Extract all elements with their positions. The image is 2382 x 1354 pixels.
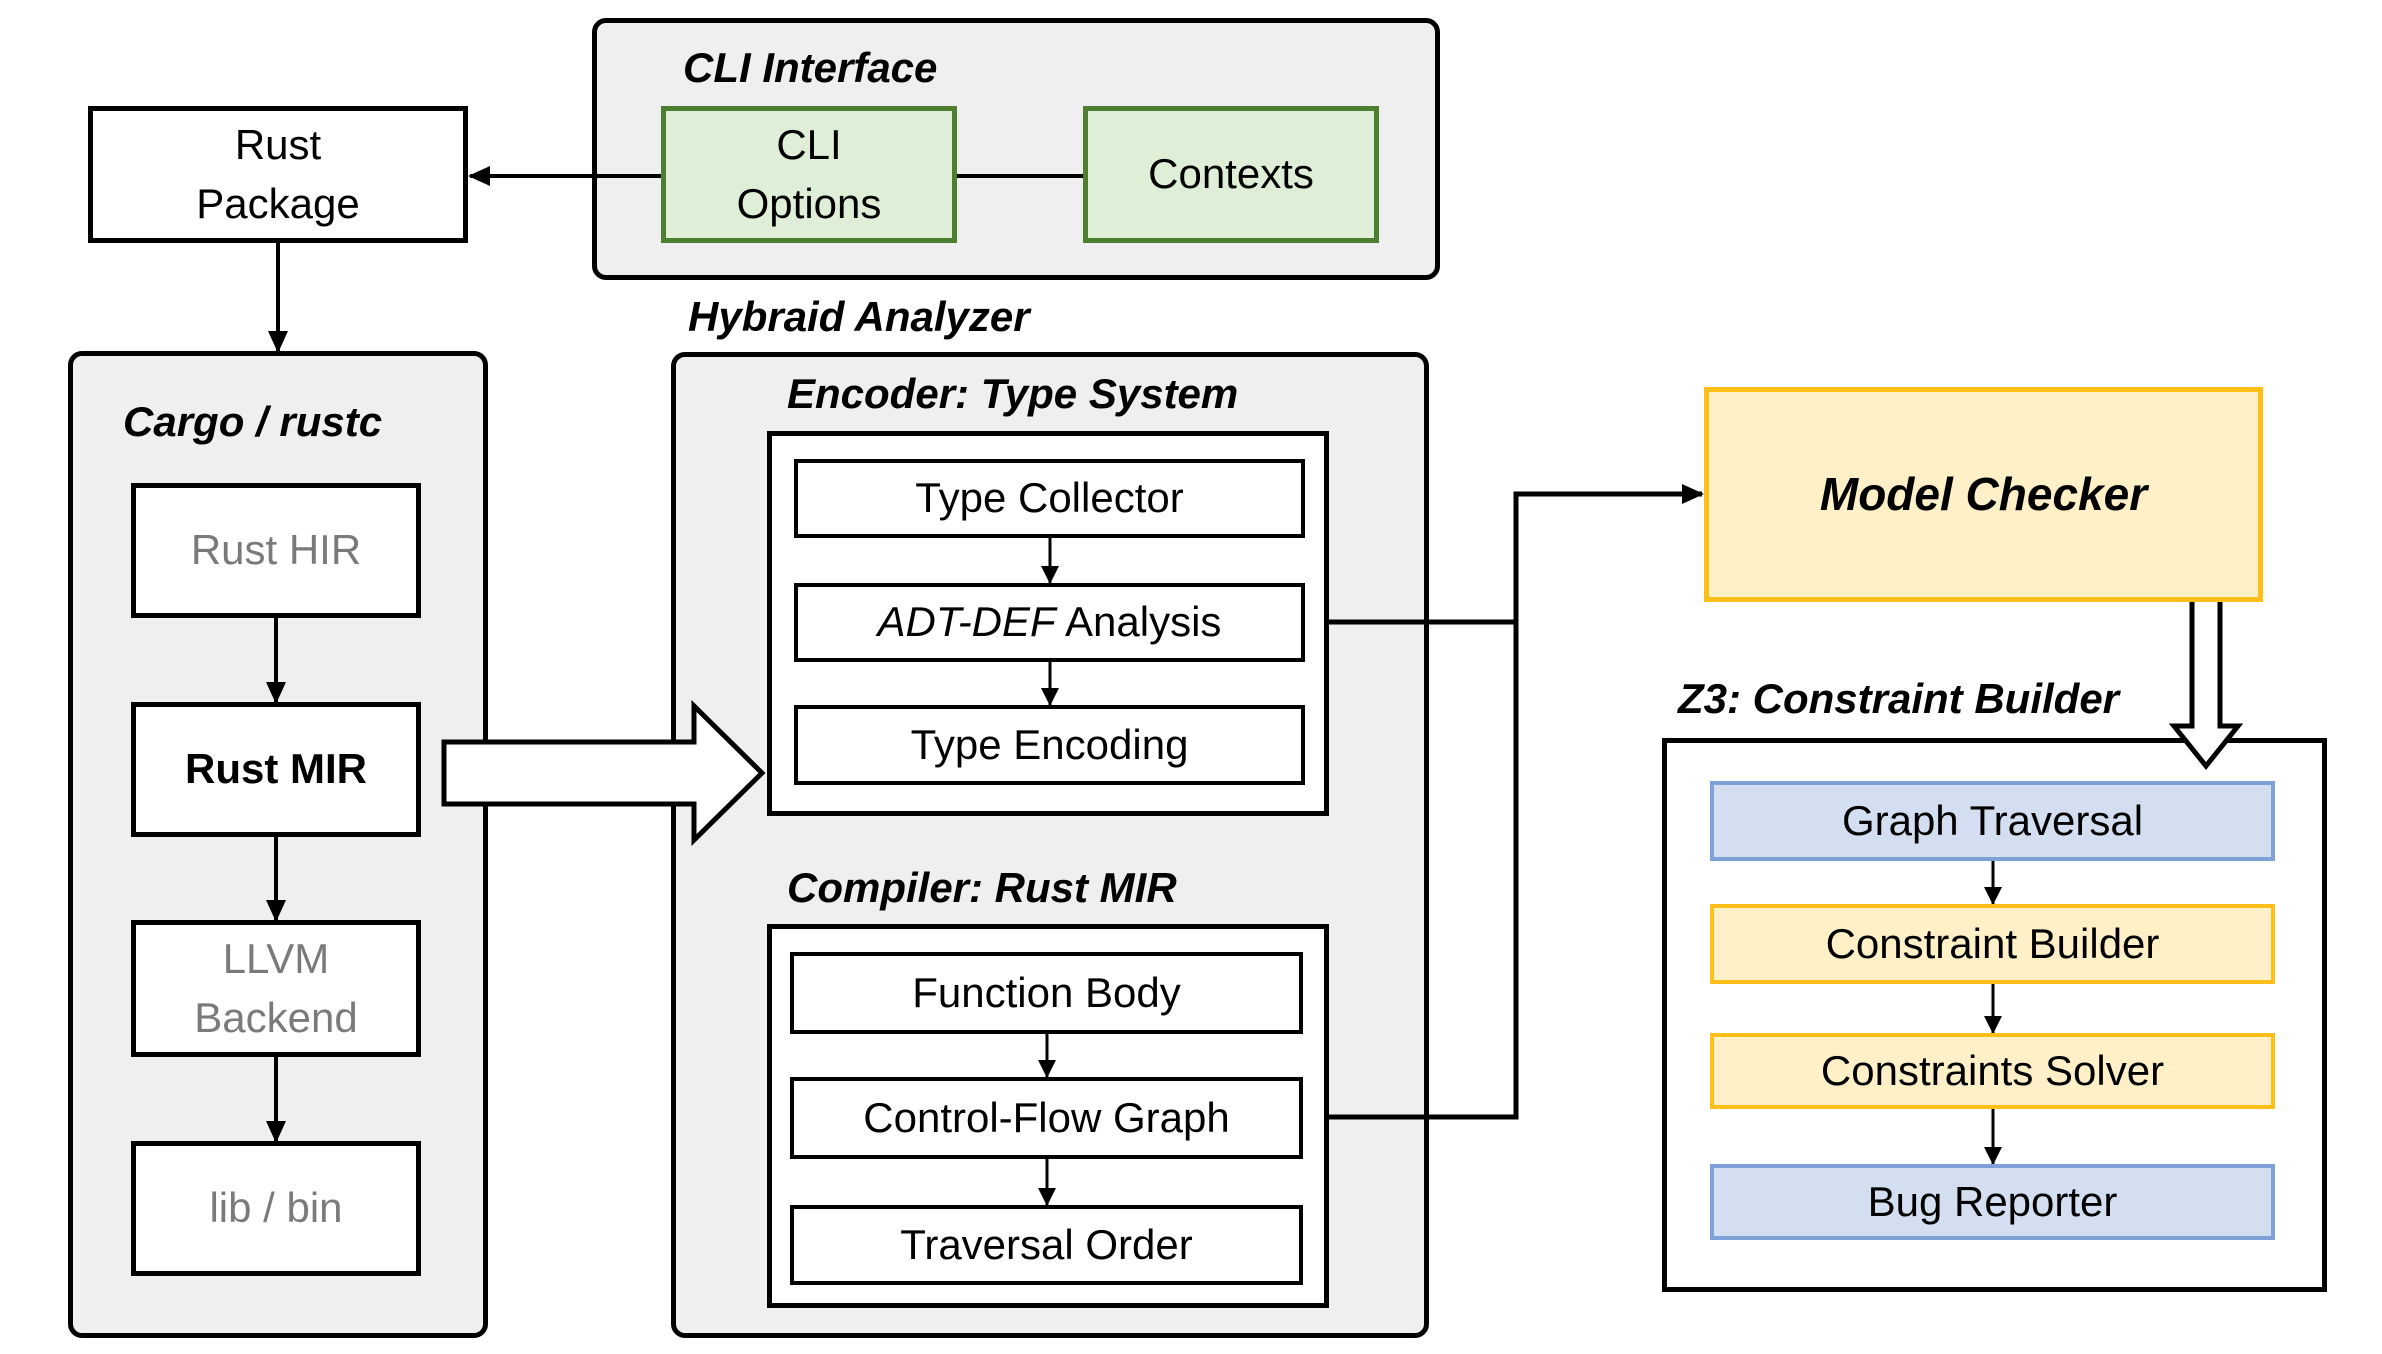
adt-def-analysis-node: ADT-DEF Analysis <box>794 583 1305 662</box>
cli-options-label-1: CLI <box>776 120 842 168</box>
traversal-order-node: Traversal Order <box>790 1205 1303 1285</box>
constraints-solver-label: Constraints Solver <box>1820 1046 2165 1094</box>
model-checker-label: Model Checker <box>1819 468 2148 521</box>
cli-options-node: CLI Options <box>661 106 957 243</box>
traversal-order-label: Traversal Order <box>900 1220 1193 1268</box>
contexts-label: Contexts <box>1148 150 1314 198</box>
llvm-label-1: LLVM <box>222 934 330 982</box>
rust-hir-label: Rust HIR <box>190 526 362 574</box>
contexts-node: Contexts <box>1083 106 1379 243</box>
rust-mir-node: Rust MIR <box>131 702 421 837</box>
rust-package-label-1: Rust <box>234 120 322 168</box>
adt-def-label-rest: Analysis <box>1055 598 1222 646</box>
rust-package-node: Rust Package <box>88 106 468 243</box>
rust-package-label-2: Package <box>196 179 360 227</box>
type-encoding-label: Type Encoding <box>910 720 1189 768</box>
function-body-label: Function Body <box>912 968 1181 1016</box>
rust-mir-label: Rust MIR <box>185 745 367 793</box>
adt-def-label-italic: ADT-DEF <box>877 598 1056 646</box>
bug-reporter-node: Bug Reporter <box>1710 1164 2275 1240</box>
lib-bin-node: lib / bin <box>131 1141 421 1276</box>
cli-options-label-2: Options <box>736 179 882 227</box>
model-checker-node: Model Checker <box>1704 387 2263 602</box>
llvm-label-2: Backend <box>194 993 358 1041</box>
control-flow-graph-node: Control-Flow Graph <box>790 1077 1303 1159</box>
control-flow-graph-label: Control-Flow Graph <box>863 1093 1230 1141</box>
big-arrow-mir-to-encoder <box>441 700 766 846</box>
function-body-node: Function Body <box>790 952 1303 1034</box>
type-collector-node: Type Collector <box>794 459 1305 538</box>
type-encoding-node: Type Encoding <box>794 705 1305 785</box>
llvm-backend-node: LLVM Backend <box>131 920 421 1057</box>
graph-traversal-label: Graph Traversal <box>1841 796 2144 844</box>
constraint-builder-label: Constraint Builder <box>1825 919 2160 967</box>
lib-bin-label: lib / bin <box>209 1184 343 1232</box>
constraints-solver-node: Constraints Solver <box>1710 1033 2275 1109</box>
rust-hir-node: Rust HIR <box>131 483 421 618</box>
wire-compiler-to-model-checker <box>1329 484 1704 1120</box>
type-collector-label: Type Collector <box>915 474 1184 522</box>
graph-traversal-node: Graph Traversal <box>1710 781 2275 861</box>
bug-reporter-label: Bug Reporter <box>1867 1177 2118 1225</box>
constraint-builder-node: Constraint Builder <box>1710 904 2275 984</box>
